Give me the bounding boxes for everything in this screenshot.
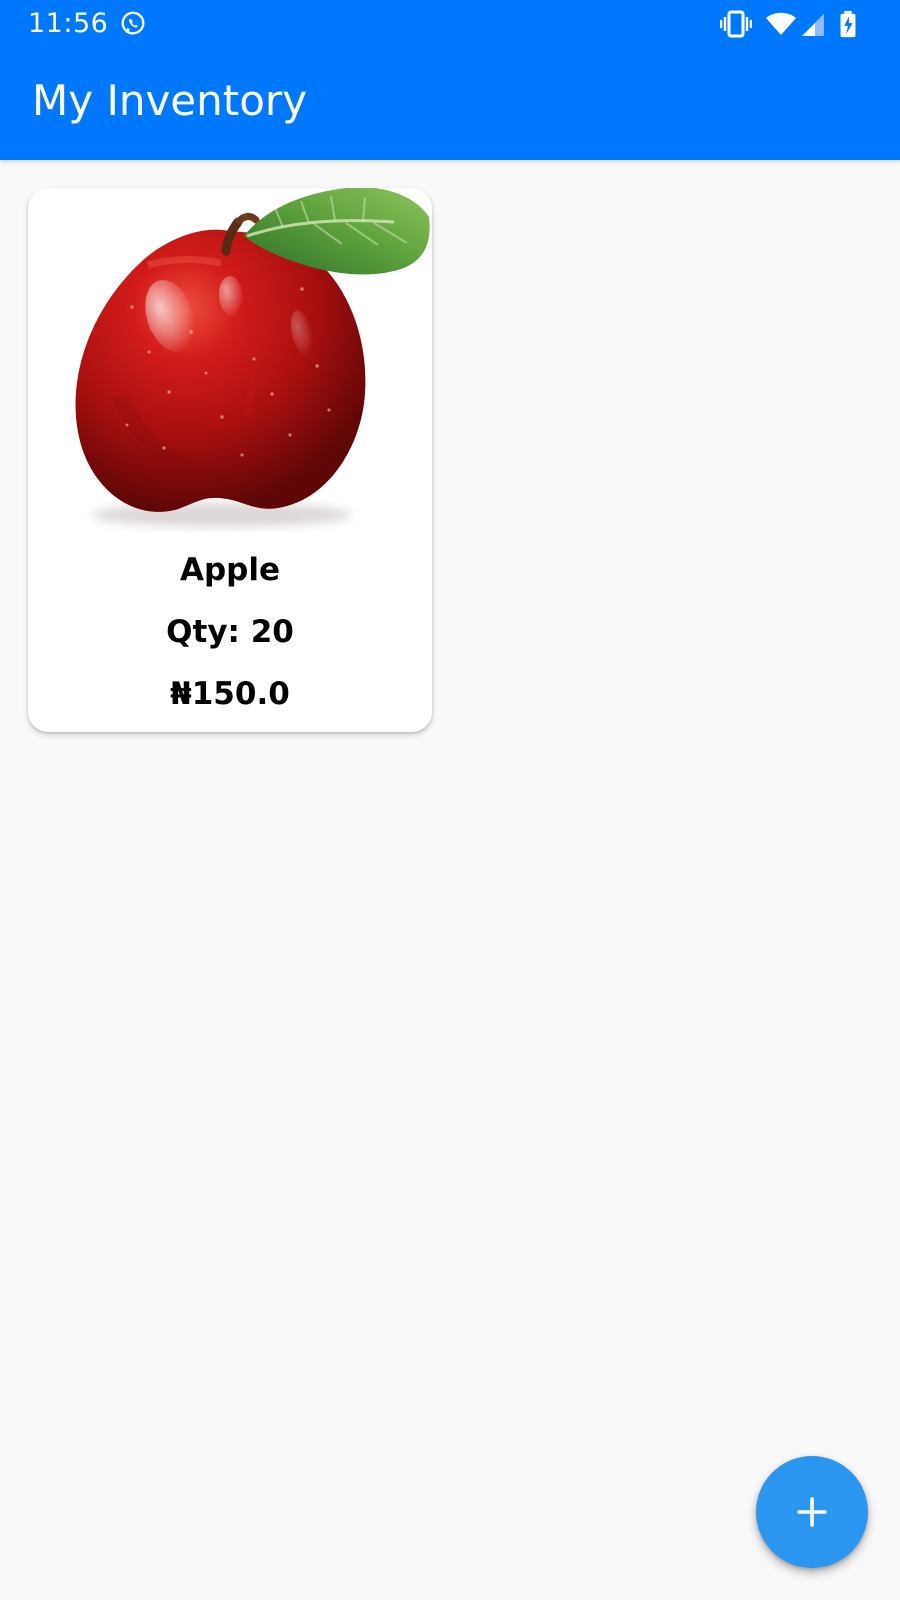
app-bar: My Inventory bbox=[0, 48, 900, 160]
signal-icon bbox=[802, 14, 824, 36]
status-time: 11:56 bbox=[28, 8, 109, 39]
item-name: Apple bbox=[179, 552, 281, 588]
app-title: My Inventory bbox=[32, 76, 308, 125]
vibrate-icon bbox=[720, 10, 752, 38]
whatsapp-icon bbox=[121, 11, 145, 35]
add-item-button[interactable] bbox=[756, 1456, 868, 1568]
wifi-icon bbox=[766, 12, 796, 35]
inventory-screen: 11:56 My Inventory Apple Qty: 20 ₦150.0 bbox=[0, 0, 900, 1600]
battery-charging-icon bbox=[840, 10, 856, 38]
apple-image bbox=[75, 188, 430, 527]
plus-icon bbox=[797, 1497, 827, 1527]
item-quantity: Qty: 20 bbox=[166, 614, 294, 650]
inventory-item-card[interactable]: Apple Qty: 20 ₦150.0 bbox=[28, 188, 432, 732]
status-bar: 11:56 bbox=[0, 0, 900, 48]
item-price: ₦150.0 bbox=[170, 676, 290, 712]
